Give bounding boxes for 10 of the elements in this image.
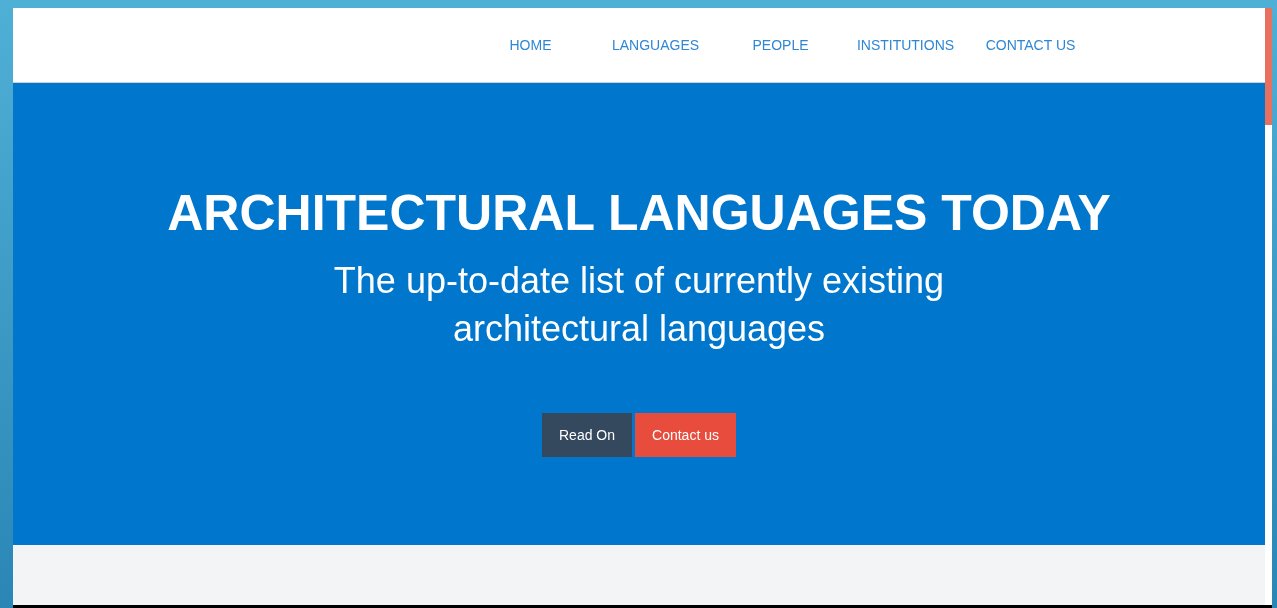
hero-button[interactable]: Read On	[542, 413, 633, 457]
nav-link[interactable]: HOME	[468, 34, 593, 56]
nav-link[interactable]: INSTITUTIONS	[843, 34, 968, 56]
hero-button[interactable]: Contact us	[635, 413, 736, 457]
hero-title: ARCHITECTURAL LANGUAGES TODAY	[167, 184, 1111, 243]
hero-subtitle: The up-to-date list of currently existing architectural languages	[333, 259, 945, 351]
nav-link[interactable]: LANGUAGES	[593, 34, 718, 56]
scrollbar-thumb[interactable]	[1265, 8, 1272, 125]
nav-link[interactable]: CONTACT US	[968, 34, 1093, 56]
nav-link[interactable]: PEOPLE	[718, 34, 843, 56]
